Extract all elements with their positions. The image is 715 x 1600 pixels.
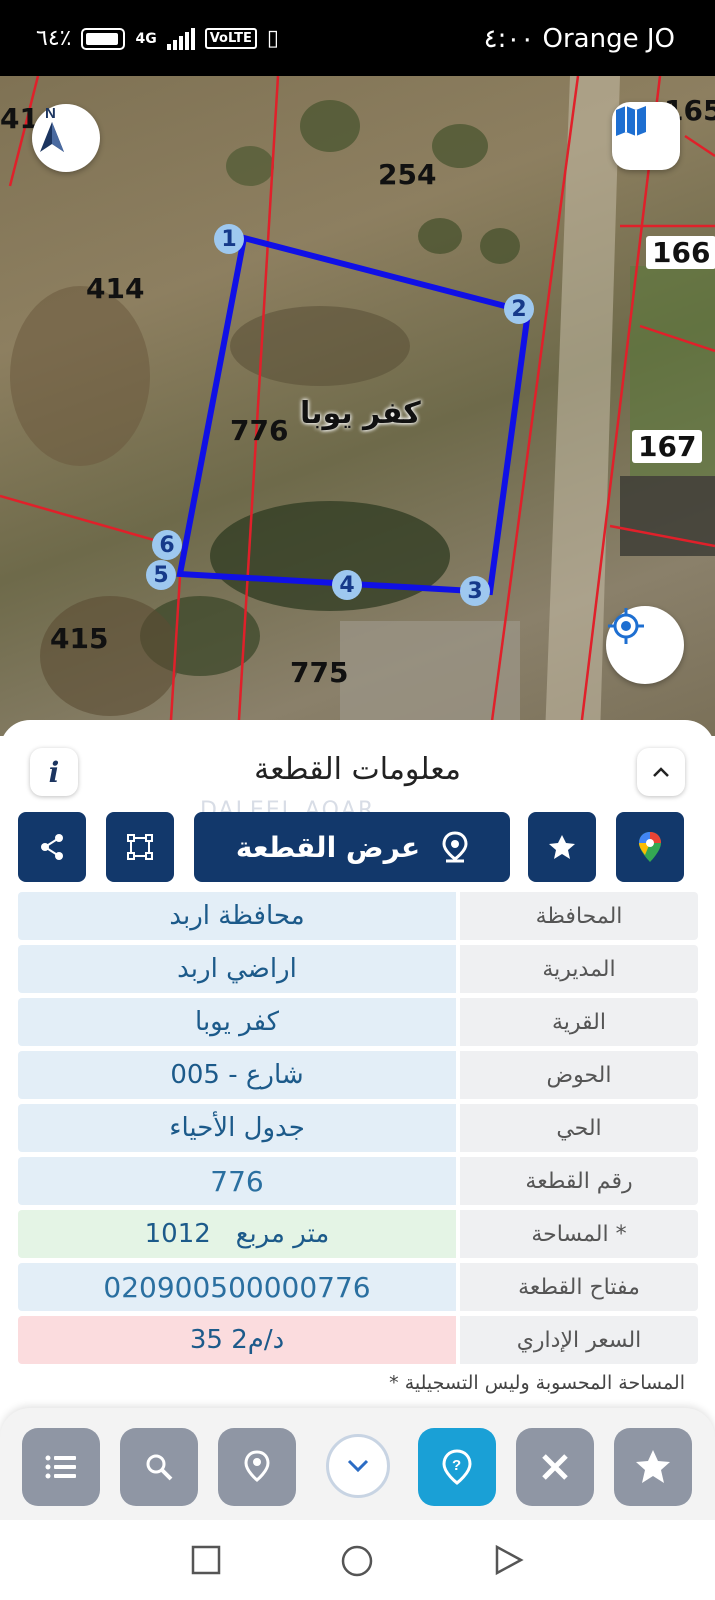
map-layers-icon[interactable] [612, 102, 680, 170]
system-nav-bar [0, 1520, 715, 1600]
table-row: محافظة اربد المحافظة [18, 892, 698, 940]
expand-toolbar-button[interactable] [326, 1434, 390, 1498]
help-icon: ? [442, 1449, 472, 1485]
north-arrow-icon[interactable]: N [32, 104, 100, 172]
favorite-button[interactable] [528, 812, 596, 882]
volte-badge: VoLTE [204, 28, 257, 49]
status-indicators: ٦٤٪ 4G VoLTE ▯ [36, 26, 279, 51]
list-button[interactable] [22, 1428, 100, 1506]
admin-price-label: السعر الإداري [460, 1316, 698, 1364]
vertex-6[interactable]: 6 [152, 530, 182, 560]
plot-key-value[interactable]: 020900500000776 [18, 1263, 456, 1311]
share-button[interactable] [18, 812, 86, 882]
basin-label: الحوض [460, 1051, 698, 1099]
vertex-3[interactable]: 3 [460, 576, 490, 606]
plot-info-table: محافظة اربد المحافظة اراضي اربد المديرية… [18, 892, 698, 1369]
polygon-select-icon [127, 834, 153, 860]
svg-text:N: N [45, 105, 56, 122]
neighborhood-value: جدول الأحياء [18, 1104, 456, 1152]
vertex-5[interactable]: 5 [146, 560, 176, 590]
plot-label-254: 254 [378, 158, 437, 191]
tools-button[interactable] [516, 1428, 594, 1506]
signal-icon [166, 27, 195, 50]
area-label: المساحة * [460, 1210, 698, 1258]
share-icon [41, 834, 63, 860]
table-row: جدول الأحياء الحي [18, 1104, 698, 1152]
governorate-value: محافظة اربد [18, 892, 456, 940]
bottom-toolbar: ? [0, 1408, 715, 1520]
view-plot-label: عرض القطعة [235, 830, 421, 864]
plot-label-414: 414 [86, 272, 145, 305]
basin-value: شارع - 005 [18, 1051, 456, 1099]
search-icon [146, 1454, 173, 1481]
help-button[interactable]: ? [418, 1428, 496, 1506]
carrier-time: ٤:٠٠ Orange JO [483, 24, 675, 54]
status-bar: ٦٤٪ 4G VoLTE ▯ ٤:٠٠ Orange JO [0, 0, 715, 76]
village-label: القرية [460, 998, 698, 1046]
battery-percent: ٦٤٪ [36, 26, 72, 51]
plot-key-label: مفتاح القطعة [460, 1263, 698, 1311]
tools-icon [542, 1454, 568, 1480]
action-bar: عرض القطعة [18, 812, 698, 882]
plot-label-776: 776 [230, 414, 289, 447]
chevron-up-icon[interactable] [637, 748, 685, 796]
parcel-map[interactable]: 254 414 776 415 775 166 167 165 41 كفر ي… [0, 76, 715, 736]
star-icon [549, 835, 575, 859]
home-icon[interactable] [340, 1544, 374, 1582]
sheet-title: معلومات القطعة [254, 752, 461, 787]
svg-text:?: ? [452, 1457, 461, 1474]
directorate-value: اراضي اربد [18, 945, 456, 993]
village-value: كفر يوبا [18, 998, 456, 1046]
vertex-1[interactable]: 1 [214, 224, 244, 254]
vertex-2[interactable]: 2 [504, 294, 534, 324]
location-pin-icon [442, 831, 468, 863]
chevron-down-icon [347, 1459, 369, 1473]
plot-info-sheet: i معلومات القطعة DALEEL AQAR عرض القطعة [0, 720, 715, 1420]
admin-price-value: 35 د/م2 [18, 1316, 456, 1364]
plot-number-value: 776 [18, 1157, 456, 1205]
vibrate-icon: ▯ [266, 26, 279, 51]
view-plot-button[interactable]: عرض القطعة [194, 812, 510, 882]
table-row: كفر يوبا القرية [18, 998, 698, 1046]
location-pin-icon [244, 1450, 270, 1482]
neighborhood-label: الحي [460, 1104, 698, 1152]
governorate-label: المحافظة [460, 892, 698, 940]
vertex-4[interactable]: 4 [332, 570, 362, 600]
plot-label-166: 166 [646, 236, 715, 269]
directorate-label: المديرية [460, 945, 698, 993]
google-maps-icon [639, 832, 661, 862]
network-type: 4G [135, 30, 157, 47]
table-row: اراضي اربد المديرية [18, 945, 698, 993]
search-button[interactable] [120, 1428, 198, 1506]
area-value: 1012 متر مربع [18, 1210, 456, 1258]
village-label: كفر يوبا [300, 396, 421, 431]
nearby-button[interactable] [218, 1428, 296, 1506]
plot-label-415: 415 [50, 622, 109, 655]
table-row: 35 د/م2 السعر الإداري [18, 1316, 698, 1364]
battery-icon [81, 27, 126, 50]
table-row: 776 رقم القطعة [18, 1157, 698, 1205]
plot-label-167: 167 [632, 430, 703, 463]
back-icon[interactable] [494, 1544, 524, 1580]
area-note: * المساحة المحسوبة وليس التسجيلية [389, 1372, 685, 1394]
my-location-icon[interactable] [606, 606, 684, 684]
measure-button[interactable] [106, 812, 174, 882]
table-row: شارع - 005 الحوض [18, 1051, 698, 1099]
table-row: 1012 متر مربع المساحة * [18, 1210, 698, 1258]
star-icon [636, 1450, 670, 1483]
plot-number-label: رقم القطعة [460, 1157, 698, 1205]
plot-label-775: 775 [290, 656, 349, 689]
favorites-button[interactable] [614, 1428, 692, 1506]
google-maps-button[interactable] [616, 812, 684, 882]
table-row: 020900500000776 مفتاح القطعة [18, 1263, 698, 1311]
recent-apps-icon[interactable] [190, 1544, 222, 1580]
list-icon [45, 1455, 76, 1479]
